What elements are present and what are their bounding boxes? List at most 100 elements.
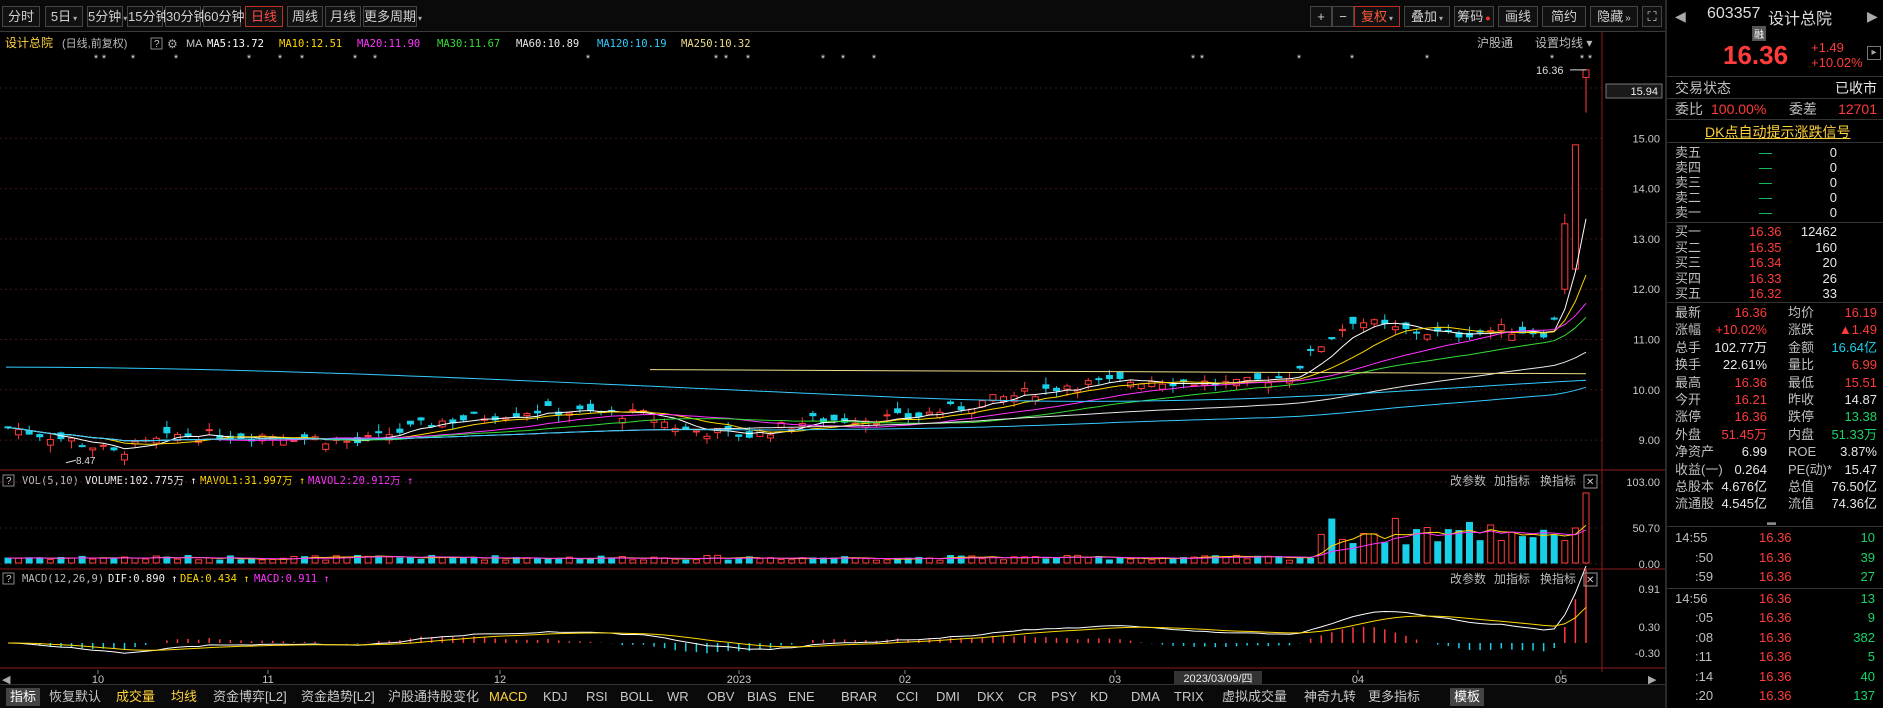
ask-row[interactable]: 卖四 — 0 — [1675, 160, 1877, 175]
tick-row: 14:55 16.36 10 — [1675, 529, 1877, 547]
indicator-tab-24[interactable]: 虚拟成交量 — [1222, 688, 1287, 706]
event-marker-icon[interactable]: * — [353, 53, 358, 65]
event-marker-icon[interactable]: * — [247, 53, 252, 65]
bid-row[interactable]: 买一 16.36 12462 — [1675, 224, 1877, 239]
diejia-button[interactable]: 叠加 ▾ — [1404, 6, 1450, 27]
period-tab-6[interactable]: 日线 — [245, 6, 283, 27]
event-marker-icon[interactable]: * — [821, 53, 826, 65]
indicator-tab-20[interactable]: PSY — [1051, 688, 1077, 706]
vol-panel-button-1[interactable]: 加指标 — [1494, 473, 1530, 488]
period-tab-5[interactable]: 60分钟 — [203, 6, 244, 27]
indicator-tab-18[interactable]: DKX — [977, 688, 1004, 706]
ask-row[interactable]: 卖三 — 0 — [1675, 175, 1877, 190]
ask-row[interactable]: 卖二 — 0 — [1675, 190, 1877, 205]
indicator-tab-10[interactable]: BOLL — [620, 688, 653, 706]
gear-icon[interactable]: ⚙ — [167, 37, 178, 51]
event-marker-icon[interactable]: * — [1580, 53, 1585, 65]
bid-row[interactable]: 买五 16.32 33 — [1675, 286, 1877, 301]
indicator-tab-16[interactable]: CCI — [896, 688, 918, 706]
scroll-left-icon[interactable]: ◀ — [2, 674, 11, 686]
event-marker-icon[interactable]: * — [724, 53, 729, 65]
event-marker-icon[interactable]: * — [300, 53, 305, 65]
bid-row[interactable]: 买二 16.35 160 — [1675, 240, 1877, 255]
indicator-tab-3[interactable]: 均线 — [171, 688, 197, 706]
event-marker-icon[interactable]: * — [1200, 53, 1205, 65]
indicator-tab-21[interactable]: KD — [1090, 688, 1108, 706]
indicator-tab-25[interactable]: 神奇九转 — [1304, 688, 1356, 706]
event-marker-icon[interactable]: * — [373, 53, 378, 65]
event-marker-icon[interactable]: * — [714, 53, 719, 65]
dk-signal-link[interactable]: DK点自动提示涨跌信号 — [1705, 122, 1850, 142]
event-marker-icon[interactable]: * — [131, 53, 136, 65]
huaxian-button[interactable]: 画线 — [1498, 6, 1538, 27]
indicator-tab-26[interactable]: 更多指标 — [1368, 688, 1420, 706]
event-marker-icon[interactable]: * — [746, 53, 751, 65]
event-marker-icon[interactable]: * — [1350, 53, 1355, 65]
macd-panel-button-2[interactable]: 换指标 — [1540, 571, 1576, 586]
volume-bar — [89, 558, 97, 564]
period-tab-4[interactable]: 30分钟 — [165, 6, 206, 27]
period-tab-2[interactable]: 5分钟 ▾ — [87, 6, 127, 27]
yincang-button[interactable]: 隐藏» — [1590, 6, 1638, 27]
indicator-tab-23[interactable]: TRIX — [1174, 688, 1204, 706]
kline-chart[interactable]: 16.0015.0014.0013.0012.0011.0010.009.00设… — [0, 32, 1665, 686]
indicator-tab-8[interactable]: KDJ — [543, 688, 568, 706]
period-tab-8[interactable]: 月线 — [325, 6, 361, 27]
bid-row[interactable]: 买三 16.34 20 — [1675, 255, 1877, 270]
fullscreen-button[interactable]: ⛶ — [1642, 6, 1662, 27]
period-tab-0[interactable]: 分时 — [2, 6, 40, 27]
event-marker-icon[interactable]: * — [1191, 53, 1196, 65]
ask-row[interactable]: 卖一 — 0 — [1675, 205, 1877, 220]
indicator-tab-2[interactable]: 成交量 — [116, 688, 155, 706]
indicator-tab-7[interactable]: MACD — [489, 688, 527, 706]
hugutong-link[interactable]: 沪股通 — [1477, 36, 1513, 50]
indicator-tab-19[interactable]: CR — [1018, 688, 1037, 706]
period-tab-3[interactable]: 15分钟 — [127, 6, 168, 27]
event-marker-icon[interactable]: * — [174, 53, 179, 65]
indicator-tab-27[interactable]: 模板 — [1450, 688, 1485, 706]
chouma-button[interactable]: 筹码 ● — [1454, 6, 1494, 27]
indicator-tab-12[interactable]: OBV — [707, 688, 734, 706]
event-marker-icon[interactable]: * — [102, 53, 107, 65]
indicator-tab-5[interactable]: 资金趋势[L2] — [301, 688, 375, 706]
ask-row[interactable]: 卖五 — 0 — [1675, 145, 1877, 160]
event-marker-icon[interactable]: * — [1588, 53, 1593, 65]
indicator-tab-14[interactable]: ENE — [788, 688, 815, 706]
period-tab-7[interactable]: 周线 — [287, 6, 323, 27]
indicator-tab-1[interactable]: 恢复默认 — [49, 688, 101, 706]
indicator-tab-22[interactable]: DMA — [1131, 688, 1160, 706]
fuquan-button[interactable]: 复权 ▾ — [1354, 6, 1400, 27]
prev-stock-icon[interactable]: ◀ — [1675, 8, 1686, 25]
event-marker-icon[interactable]: * — [94, 53, 99, 65]
indicator-tab-0[interactable]: 指标 — [6, 688, 41, 706]
macd-panel-button-1[interactable]: 加指标 — [1494, 571, 1530, 586]
macd-panel-button-0[interactable]: 改参数 — [1450, 571, 1486, 586]
indicator-tab-11[interactable]: WR — [667, 688, 689, 706]
indicator-tab-9[interactable]: RSI — [586, 688, 608, 706]
chart-area[interactable]: 16.0015.0014.0013.0012.0011.0010.009.00设… — [0, 32, 1665, 686]
event-marker-icon[interactable]: * — [1297, 53, 1302, 65]
indicator-tab-17[interactable]: DMI — [936, 688, 960, 706]
vol-panel-button-0[interactable]: 改参数 — [1450, 473, 1486, 488]
bid-row[interactable]: 买四 16.33 26 — [1675, 271, 1877, 286]
period-tab-1[interactable]: 5日 ▾ — [45, 6, 83, 27]
next-stock-icon[interactable]: ▶ — [1867, 8, 1878, 25]
jianyue-button[interactable]: 简约 — [1542, 6, 1586, 27]
event-marker-icon[interactable]: * — [841, 53, 846, 65]
event-marker-icon[interactable]: * — [872, 53, 877, 65]
ma-settings-button[interactable]: 设置均线 ▾ — [1535, 36, 1592, 50]
period-tab-9[interactable]: 更多周期 ▾ — [363, 6, 422, 27]
vol-panel-button-2[interactable]: 换指标 — [1540, 473, 1576, 488]
indicator-tab-15[interactable]: BRAR — [841, 688, 877, 706]
expand-icon[interactable]: ▸ — [1867, 46, 1881, 60]
indicator-tab-4[interactable]: 资金博弈[L2] — [213, 688, 287, 706]
plus-button[interactable]: + — [1310, 6, 1332, 27]
indicator-tab-13[interactable]: BIAS — [747, 688, 777, 706]
event-marker-icon[interactable]: * — [586, 53, 591, 65]
minus-button[interactable]: − — [1332, 6, 1354, 27]
scroll-right-icon[interactable]: ▶ — [1648, 674, 1657, 686]
event-marker-icon[interactable]: * — [1550, 53, 1555, 65]
event-marker-icon[interactable]: * — [278, 53, 283, 65]
indicator-tab-6[interactable]: 沪股通持股变化 — [388, 688, 479, 706]
event-marker-icon[interactable]: * — [1425, 53, 1430, 65]
